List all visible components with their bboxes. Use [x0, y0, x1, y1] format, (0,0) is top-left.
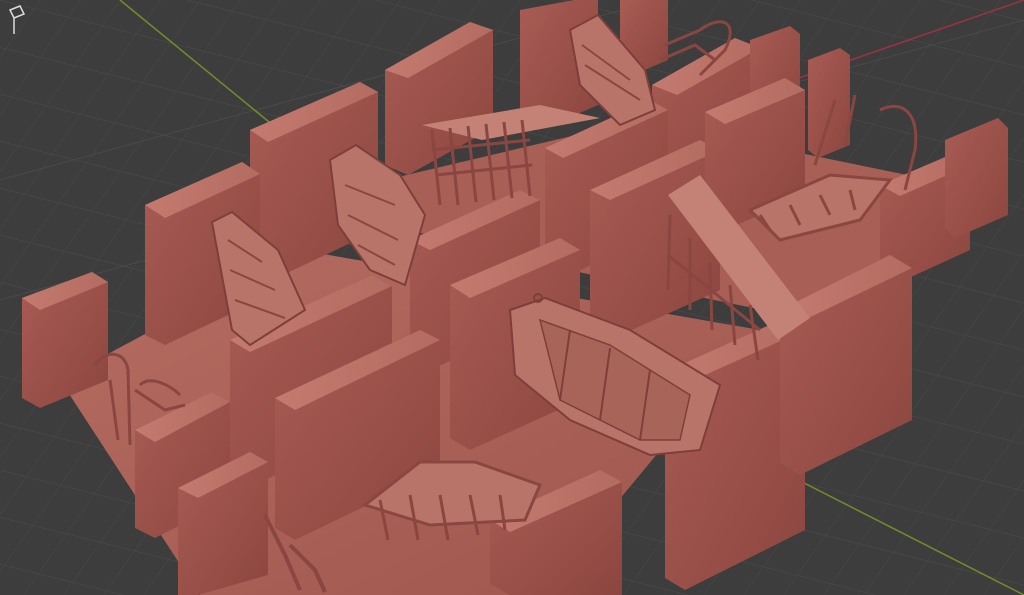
wall-block — [808, 48, 850, 158]
3d-viewport[interactable] — [0, 0, 1024, 595]
viewport-edge-gizmo — [8, 5, 26, 34]
viewport-canvas[interactable] — [0, 0, 1024, 595]
